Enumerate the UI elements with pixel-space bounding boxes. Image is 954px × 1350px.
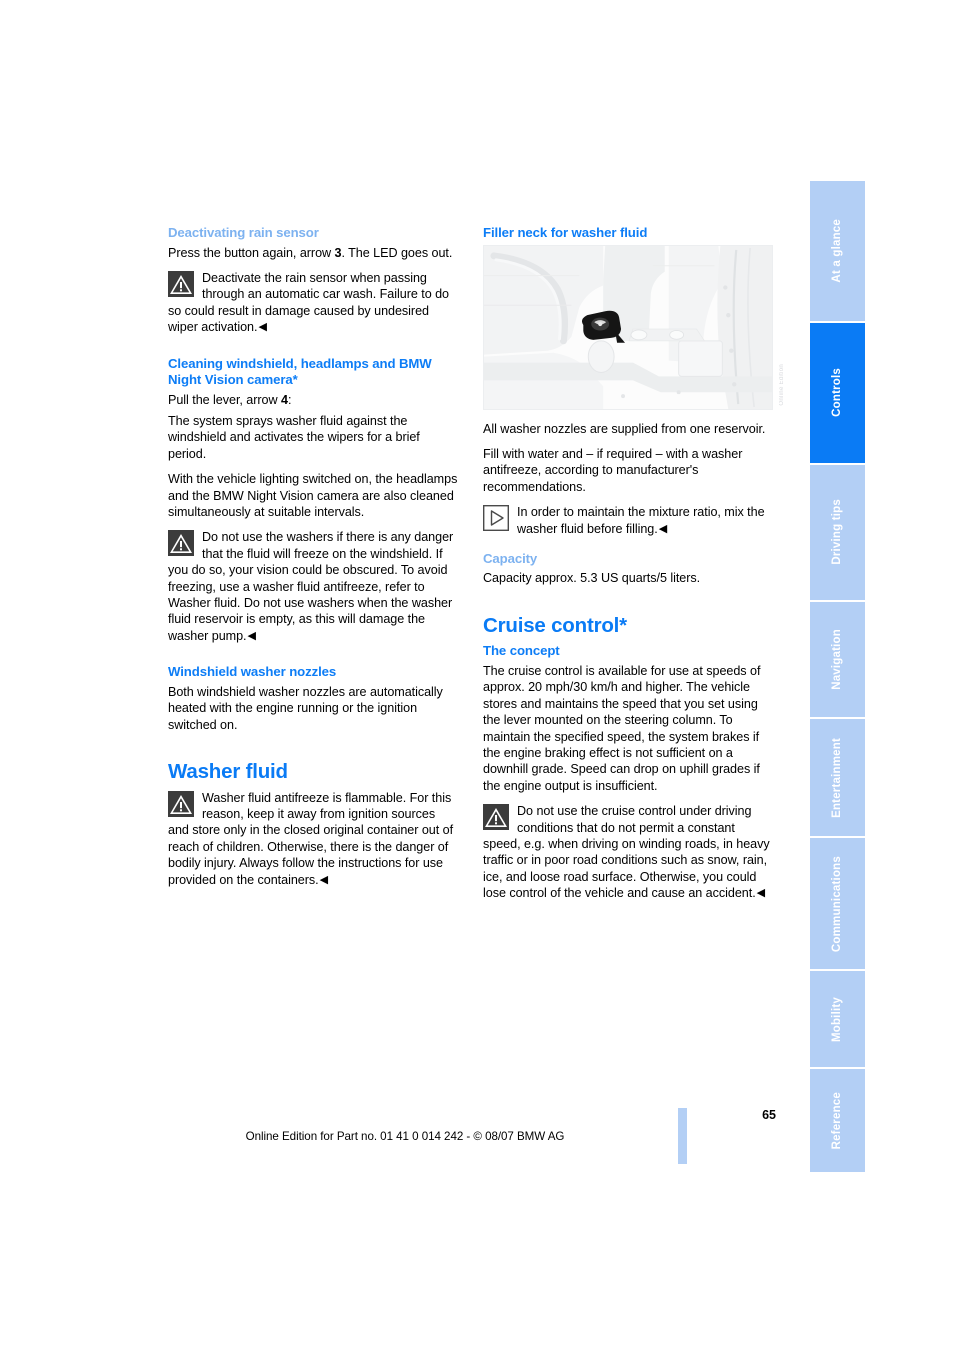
right-text-column: Filler neck for washer fluid Online Edit… [483, 225, 785, 911]
text-fragment: Press the button again, arrow [168, 245, 335, 260]
left-text-column: Deactivating rain sensor Press the butto… [168, 225, 458, 897]
page-number: 65 [762, 1108, 776, 1122]
warning-triangle-icon [168, 530, 194, 557]
tab-controls[interactable]: Controls [810, 322, 865, 465]
section-tab-rail: At a glance Controls Driving tips Naviga… [810, 181, 865, 1172]
warning-washer-fluid-flammable: Washer fluid antifreeze is flammable. Fo… [168, 790, 458, 888]
end-of-note-marker: ◀ [658, 522, 668, 535]
tab-at-a-glance[interactable]: At a glance [810, 181, 865, 323]
tab-label: Driving tips [830, 499, 843, 565]
paragraph-system-sprays-washer-fluid: The system sprays washer fluid against t… [168, 413, 420, 461]
text-fragment: Pull the lever, arrow [168, 392, 281, 407]
tab-mobility[interactable]: Mobility [810, 971, 865, 1070]
tab-label: Entertainment [830, 737, 843, 818]
tab-reference[interactable]: Reference [810, 1069, 865, 1172]
end-of-note-marker: ◀ [756, 887, 766, 900]
tab-label: Mobility [830, 996, 843, 1042]
heading-deactivating-rain-sensor: Deactivating rain sensor [168, 225, 319, 240]
paragraph-nozzles-heated: Both windshield washer nozzles are autom… [168, 684, 443, 732]
paragraph-fill-with-water: Fill with water and – if required – with… [483, 446, 743, 494]
footer-edition-text: Online Edition for Part no. 01 41 0 014 … [245, 1130, 565, 1143]
paragraph-pull-the-lever: Pull the lever, arrow 4: [168, 392, 458, 408]
end-of-note-marker: ◀ [319, 873, 328, 886]
paragraph-cruise-control-concept: The cruise control is available for use … [483, 663, 761, 793]
washer-fluid-filler-neck-photo [483, 244, 773, 410]
tab-label: Reference [830, 1091, 843, 1150]
heading-filler-neck-for-washer-fluid: Filler neck for washer fluid [483, 225, 648, 240]
tab-label: Communications [830, 855, 843, 952]
paragraph-press-button-again: Press the button again, arrow 3. The LED… [168, 245, 458, 261]
warning-triangle-icon [483, 804, 509, 831]
play-triangle-note-icon [483, 505, 509, 532]
tab-navigation[interactable]: Navigation [810, 601, 865, 720]
tab-driving-tips[interactable]: Driving tips [810, 464, 865, 602]
text-fragment: . The LED goes out. [341, 245, 453, 260]
heading-the-concept: The concept [483, 643, 560, 659]
note-text: In order to maintain the mixture ratio, … [517, 505, 765, 536]
warning-text: Deactivate the rain sensor when passing … [168, 270, 450, 335]
warning-do-not-use-washers-freeze: Do not use the washers if there is any d… [168, 529, 458, 644]
warning-text: Do not use the cruise control under driv… [483, 804, 770, 901]
text-fragment: : [287, 392, 292, 407]
end-of-note-marker: ◀ [258, 321, 267, 334]
warning-cruise-control-conditions: Do not use the cruise control under driv… [483, 803, 773, 901]
heading-capacity: Capacity [483, 550, 538, 566]
warning-triangle-icon [168, 270, 194, 297]
heading-windshield-washer-nozzles: Windshield washer nozzles [168, 664, 337, 680]
heading-cruise-control: Cruise control* [483, 613, 627, 637]
end-of-note-marker: ◀ [247, 629, 256, 642]
warning-text: Do not use the washers if there is any d… [168, 530, 454, 643]
footer-accent-bar [678, 1108, 687, 1164]
paragraph-all-nozzles-one-reservoir: All washer nozzles are supplied from one… [483, 421, 766, 436]
tab-entertainment[interactable]: Entertainment [810, 719, 865, 839]
warning-triangle-icon [168, 790, 194, 817]
page-footer: 65 Online Edition for Part no. 01 41 0 0… [0, 1108, 810, 1178]
tab-label: Navigation [830, 628, 843, 690]
note-mix-washer-fluid: In order to maintain the mixture ratio, … [483, 504, 773, 537]
manual-page: At a glance Controls Driving tips Naviga… [0, 0, 954, 1350]
tab-label: At a glance [830, 219, 843, 283]
tab-label: Controls [830, 368, 843, 418]
arrow-number-4: 4 [281, 392, 288, 407]
warning-text: Washer fluid antifreeze is flammable. Fo… [168, 790, 454, 887]
figure-washer-fluid-filler-neck: Online Edition [483, 244, 785, 410]
figure-vertical-caption: Online Edition [779, 363, 785, 406]
warning-rain-sensor-car-wash: Deactivate the rain sensor when passing … [168, 270, 458, 336]
heading-cleaning-windshield-headlamps: Cleaning windshield, headlamps and BMW N… [168, 355, 432, 388]
paragraph-capacity-value: Capacity approx. 5.3 US quarts/5 liters. [483, 571, 701, 586]
paragraph-vehicle-lighting-headlamps: With the vehicle lighting switched on, t… [168, 472, 458, 519]
tab-communications[interactable]: Communications [810, 838, 865, 972]
heading-washer-fluid: Washer fluid [168, 759, 288, 783]
